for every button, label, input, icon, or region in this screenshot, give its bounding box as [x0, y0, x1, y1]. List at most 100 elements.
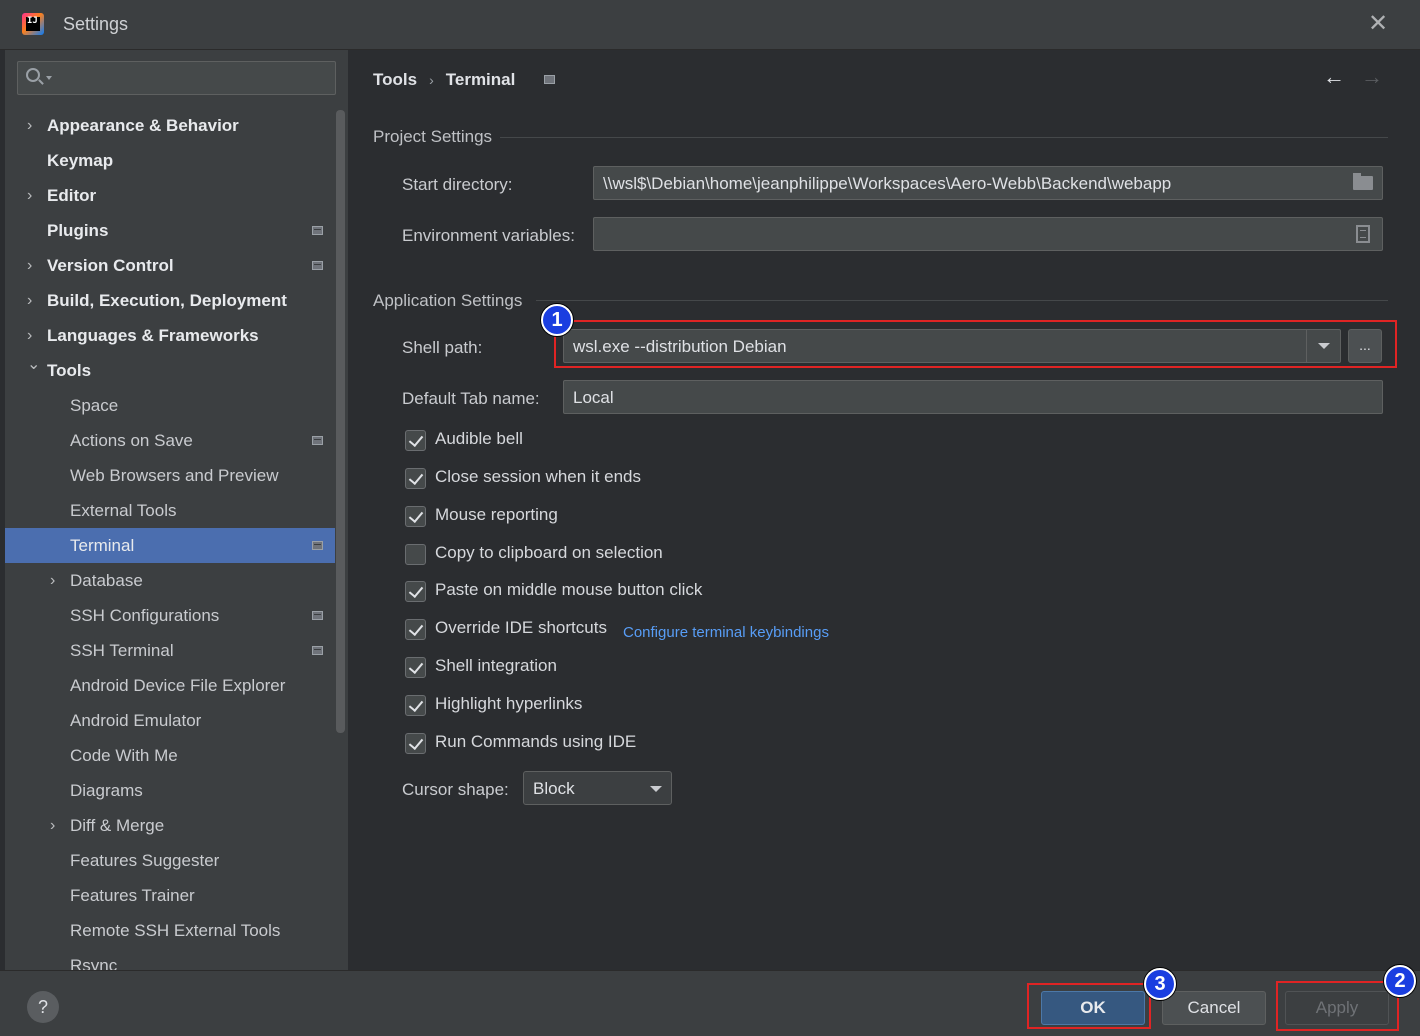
- window-title: Settings: [63, 14, 129, 34]
- breadcrumb-terminal: Terminal: [445, 70, 516, 89]
- environment-variables-field[interactable]: [593, 217, 1383, 251]
- section-divider: [500, 137, 1388, 138]
- sidebar-item-ssh-configurations[interactable]: SSH Configurations: [5, 598, 335, 633]
- search-input[interactable]: [17, 61, 336, 95]
- sidebar-item-languages-frameworks[interactable]: › Languages & Frameworks: [5, 318, 335, 353]
- sidebar-item-label: Appearance & Behavior: [47, 116, 239, 135]
- folder-icon[interactable]: [1353, 173, 1373, 190]
- callout-highlight-apply: [1276, 981, 1399, 1031]
- sidebar-item-tools[interactable]: ⌄ Tools: [5, 353, 335, 388]
- start-directory-field[interactable]: \\wsl$\Debian\home\jeanphilippe\Workspac…: [593, 166, 1383, 200]
- sidebar-item-diff-merge[interactable]: › Diff & Merge: [5, 808, 335, 843]
- configure-keybindings-link[interactable]: Configure terminal keybindings: [623, 624, 829, 641]
- title-bar: IJ Settings ✕: [0, 0, 1420, 50]
- help-icon[interactable]: ?: [27, 991, 59, 1023]
- breadcrumb: Tools › Terminal: [373, 70, 515, 90]
- breadcrumb-tools[interactable]: Tools: [373, 70, 417, 89]
- project-settings-title: Project Settings: [373, 127, 493, 146]
- checkbox-checked-icon[interactable]: [405, 733, 426, 754]
- edit-variables-icon[interactable]: [1356, 225, 1370, 243]
- terminal-settings-panel: Tools › Terminal ← → Project Settings Star…: [348, 50, 1420, 970]
- shell-path-label: Shell path:: [402, 338, 483, 357]
- sidebar-scrollbar[interactable]: [336, 110, 345, 733]
- callout-highlight-shell-path: [554, 320, 1397, 368]
- sidebar-item-label: Android Emulator: [70, 711, 202, 730]
- sidebar-item-remote-ssh-external-tools[interactable]: Remote SSH External Tools: [5, 913, 335, 948]
- sidebar-item-label: Tools: [47, 361, 92, 380]
- project-level-icon: [312, 541, 323, 550]
- callout-badge-1: 1: [541, 304, 573, 336]
- default-tab-name-field[interactable]: Local: [563, 380, 1383, 414]
- section-divider: [536, 300, 1388, 301]
- callout-highlight-ok: [1027, 983, 1151, 1029]
- cursor-shape-value: Block: [533, 779, 575, 798]
- sidebar-item-features-suggester[interactable]: Features Suggester: [5, 843, 335, 878]
- sidebar-item-build-execution-deployment[interactable]: › Build, Execution, Deployment: [5, 283, 335, 318]
- checkbox-checked-icon[interactable]: [405, 506, 426, 527]
- sidebar-item-label: Android Device File Explorer: [70, 676, 286, 695]
- sidebar-item-features-trainer[interactable]: Features Trainer: [5, 878, 335, 913]
- checkbox-checked-icon[interactable]: [405, 619, 426, 640]
- chevron-right-icon[interactable]: ›: [27, 178, 41, 213]
- settings-sidebar: › Appearance & Behavior Keymap › Editor Plugi…: [5, 50, 348, 970]
- callout-badge-2: 2: [1384, 965, 1416, 997]
- project-level-icon: [312, 226, 323, 235]
- sidebar-item-label: Code With Me: [70, 746, 178, 765]
- checkbox-label: Paste on middle mouse button click: [435, 580, 703, 599]
- checkbox-label: Audible bell: [435, 429, 523, 448]
- breadcrumb-separator: ›: [429, 72, 434, 88]
- checkbox-label: Run Commands using IDE: [435, 732, 637, 751]
- chevron-down-icon[interactable]: ⌄: [27, 347, 41, 382]
- sidebar-item-external-tools[interactable]: External Tools: [5, 493, 335, 528]
- sidebar-item-ssh-terminal[interactable]: SSH Terminal: [5, 633, 335, 668]
- search-history-dropdown-icon[interactable]: [46, 76, 52, 80]
- sidebar-item-version-control[interactable]: › Version Control: [5, 248, 335, 283]
- sidebar-item-terminal[interactable]: Terminal: [5, 528, 335, 563]
- cancel-button[interactable]: Cancel: [1162, 991, 1266, 1025]
- sidebar-item-code-with-me[interactable]: Code With Me: [5, 738, 335, 773]
- checkbox-checked-icon[interactable]: [405, 581, 426, 602]
- sidebar-item-diagrams[interactable]: Diagrams: [5, 773, 335, 808]
- chevron-right-icon[interactable]: ›: [50, 808, 64, 843]
- chevron-right-icon[interactable]: ›: [27, 108, 41, 143]
- sidebar-item-space[interactable]: Space: [5, 388, 335, 423]
- sidebar-item-label: Languages & Frameworks: [47, 326, 259, 345]
- sidebar-item-label: Features Suggester: [70, 851, 220, 870]
- checkbox-label: Override IDE shortcuts: [435, 618, 607, 637]
- default-tab-name-label: Default Tab name:: [402, 389, 540, 408]
- sidebar-item-editor[interactable]: › Editor: [5, 178, 335, 213]
- sidebar-item-android-emulator[interactable]: Android Emulator: [5, 703, 335, 738]
- chevron-right-icon[interactable]: ›: [27, 248, 41, 283]
- sidebar-item-keymap[interactable]: Keymap: [5, 143, 335, 178]
- sidebar-item-label: Remote SSH External Tools: [70, 921, 281, 940]
- sidebar-item-label: Build, Execution, Deployment: [47, 291, 287, 310]
- sidebar-item-label: Terminal: [70, 536, 135, 555]
- chevron-right-icon[interactable]: ›: [50, 563, 64, 598]
- checkbox-checked-icon[interactable]: [405, 430, 426, 451]
- sidebar-item-label: External Tools: [70, 501, 177, 520]
- search-icon: [26, 68, 40, 82]
- sidebar-item-plugins[interactable]: Plugins: [5, 213, 335, 248]
- checkbox-checked-icon[interactable]: [405, 657, 426, 678]
- sidebar-item-appearance-behavior[interactable]: › Appearance & Behavior: [5, 108, 335, 143]
- sidebar-item-rsync[interactable]: Rsync: [5, 948, 335, 970]
- chevron-right-icon[interactable]: ›: [27, 283, 41, 318]
- project-level-icon: [312, 611, 323, 620]
- sidebar-item-label: Editor: [47, 186, 97, 205]
- sidebar-item-label: Database: [70, 571, 143, 590]
- sidebar-item-label: SSH Terminal: [70, 641, 174, 660]
- sidebar-item-label: Version Control: [47, 256, 174, 275]
- sidebar-item-label: Actions on Save: [70, 431, 193, 450]
- sidebar-item-android-device-file-explorer[interactable]: Android Device File Explorer: [5, 668, 335, 703]
- checkbox-checked-icon[interactable]: [405, 468, 426, 489]
- sidebar-item-label: Rsync: [70, 956, 118, 970]
- back-arrow-icon[interactable]: ←: [1323, 64, 1345, 90]
- close-icon[interactable]: ✕: [1366, 12, 1390, 36]
- sidebar-item-web-browsers-and-preview[interactable]: Web Browsers and Preview: [5, 458, 335, 493]
- checkbox-unchecked-icon[interactable]: [405, 544, 426, 565]
- checkbox-checked-icon[interactable]: [405, 695, 426, 716]
- sidebar-item-actions-on-save[interactable]: Actions on Save: [5, 423, 335, 458]
- checkbox-label: Mouse reporting: [435, 505, 558, 524]
- cursor-shape-select[interactable]: Block: [523, 771, 672, 805]
- sidebar-item-database[interactable]: › Database: [5, 563, 335, 598]
